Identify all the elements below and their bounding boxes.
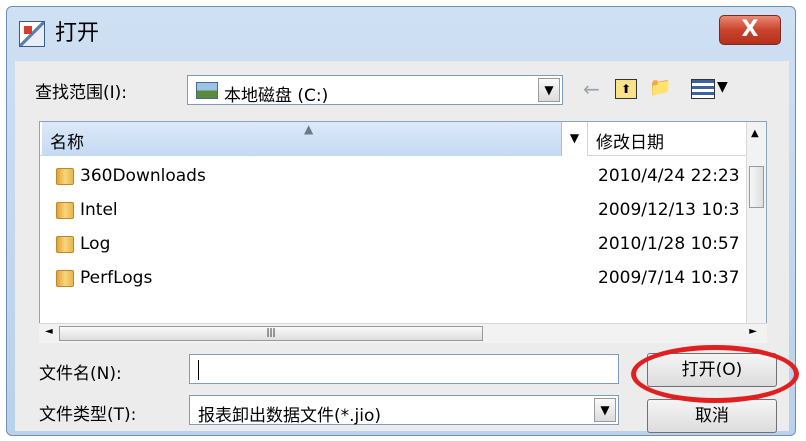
file-name-input[interactable]: [189, 354, 619, 384]
file-date: 2009/12/13 10:3: [598, 200, 740, 220]
list-item[interactable]: Intel 2009/12/13 10:3: [42, 194, 744, 228]
view-menu-icon[interactable]: [691, 79, 715, 99]
back-arrow-icon[interactable]: ←: [583, 77, 600, 101]
file-date: 2010/4/24 22:23: [598, 166, 740, 186]
list-item[interactable]: 360Downloads 2010/4/24 22:23: [42, 160, 744, 194]
file-list[interactable]: 名称 ▲ ▼ 修改日期 360Downloads 2010/4/24 22:23…: [39, 121, 767, 343]
list-item[interactable]: PerfLogs 2009/7/14 10:37: [42, 262, 744, 296]
local-disk-icon: [196, 82, 218, 99]
scroll-right-icon[interactable]: ►: [749, 326, 757, 337]
horizontal-scroll-thumb[interactable]: |||: [59, 326, 483, 341]
dialog-title: 打开: [55, 21, 100, 46]
file-date: 2010/1/28 10:57: [598, 234, 740, 254]
scroll-left-icon[interactable]: ◄: [45, 326, 53, 337]
folder-icon: [56, 168, 74, 185]
file-name: Intel: [80, 200, 118, 220]
folder-icon: [56, 270, 74, 287]
new-folder-icon[interactable]: 📁: [649, 77, 679, 101]
file-name: Log: [80, 234, 111, 254]
vertical-scrollbar[interactable]: ▲ ▼: [746, 122, 766, 342]
red-highlight-ellipse: [631, 345, 799, 403]
list-item[interactable]: Log 2010/1/28 10:57: [42, 228, 744, 262]
file-name: 360Downloads: [80, 166, 206, 186]
file-type-value: 报表卸出数据文件(*.jio): [198, 406, 382, 426]
column-date-label[interactable]: 修改日期: [596, 128, 664, 153]
open-dialog: 打开 X 查找范围(I): 本地磁盘 (C:) ▼ ← ⬆ 📁 ▼ 名称 ▲ ▼…: [0, 0, 806, 441]
dialog-client: 查找范围(I): 本地磁盘 (C:) ▼ ← ⬆ 📁 ▼ 名称 ▲ ▼ 修改日期: [15, 61, 799, 433]
vertical-scroll-thumb[interactable]: [749, 166, 764, 208]
chevron-down-icon[interactable]: ▼: [594, 398, 616, 422]
text-caret: [198, 360, 199, 380]
column-dropdown-icon[interactable]: ▼: [562, 122, 588, 156]
column-header-name[interactable]: 名称 ▲: [42, 122, 562, 156]
look-in-value: 本地磁盘 (C:): [224, 86, 329, 106]
up-folder-icon[interactable]: ⬆: [615, 79, 637, 99]
view-dropdown-icon[interactable]: ▼: [717, 79, 728, 95]
cancel-button[interactable]: 取消: [647, 399, 777, 433]
scroll-up-icon[interactable]: ▲: [751, 128, 759, 139]
dialog-frame: 打开 X 查找范围(I): 本地磁盘 (C:) ▼ ← ⬆ 📁 ▼ 名称 ▲ ▼…: [6, 6, 799, 436]
file-date: 2009/7/14 10:37: [598, 268, 740, 288]
horizontal-scrollbar[interactable]: ◄ ||| ►: [39, 323, 767, 343]
file-name-label: 文件名(N):: [39, 364, 122, 384]
dialog-app-icon: [19, 21, 45, 47]
close-button[interactable]: X: [719, 15, 781, 45]
look-in-combo[interactable]: 本地磁盘 (C:) ▼: [187, 75, 563, 106]
file-type-label: 文件类型(T):: [39, 405, 137, 425]
column-header: 名称 ▲ ▼ 修改日期: [40, 122, 766, 156]
column-name-label: 名称: [50, 133, 84, 153]
chevron-down-icon[interactable]: ▼: [538, 78, 560, 102]
folder-icon: [56, 236, 74, 253]
file-name: PerfLogs: [80, 268, 153, 288]
title-bar[interactable]: 打开 X: [7, 7, 795, 63]
folder-icon: [56, 202, 74, 219]
look-in-label: 查找范围(I):: [35, 83, 128, 103]
file-type-select[interactable]: 报表卸出数据文件(*.jio) ▼: [189, 395, 619, 426]
sort-up-icon: ▲: [304, 122, 314, 136]
